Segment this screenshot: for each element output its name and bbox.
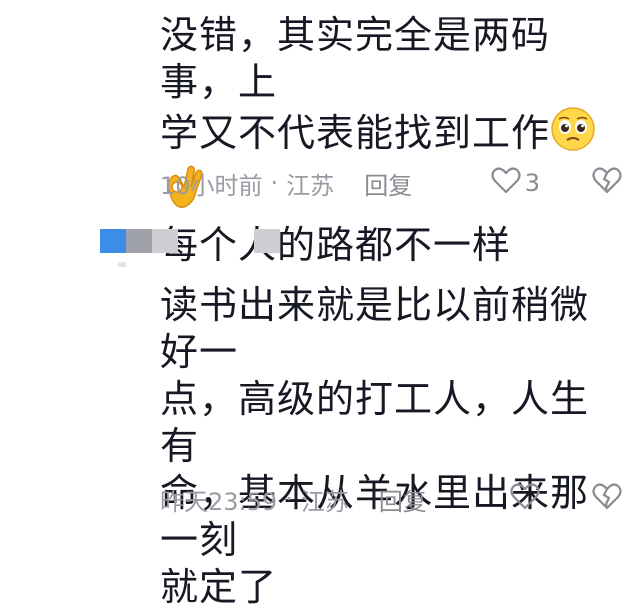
comment-2-dislike-button[interactable] [592, 482, 622, 516]
redaction-block [254, 229, 280, 253]
pleading-face-icon [550, 106, 596, 163]
comment-2-like-button[interactable] [510, 482, 540, 516]
comment-2-time: 昨天23:59 [160, 487, 278, 516]
redaction-block [100, 229, 126, 253]
comment-2-meta: 昨天23:59 · 江苏 回复 [160, 482, 622, 516]
redaction-block [126, 229, 152, 253]
comment-1-like-button[interactable]: 3 [491, 166, 540, 200]
comment-1-line-3: 每个人的路都不一样 [160, 223, 512, 267]
redaction-block [118, 262, 126, 267]
comment-2-line-2: 点，高级的打工人，人生有 [160, 377, 590, 468]
comment-2-text: 读书出来就是比以前稍微好一 点，高级的打工人，人生有 命，基本从羊水里出来那一刻… [160, 282, 620, 611]
comment-1-location: 江苏 [286, 171, 335, 200]
redaction-block [152, 229, 178, 253]
comment-1-line-1: 没错，其实完全是两码事，上 [160, 13, 551, 104]
separator-dot: · [285, 485, 293, 513]
comment-2-reply-button[interactable]: 回复 [379, 482, 427, 517]
comment-1-reply-button[interactable]: 回复 [364, 166, 412, 201]
separator-dot: · [270, 169, 279, 197]
comment-1-like-count: 3 [524, 169, 540, 197]
comment-1-line-2: 学又不代表能找到工作 [160, 111, 551, 155]
comment-1-meta: 10小时前 · 江苏 回复 3 [160, 166, 622, 200]
comment-2-line-1: 读书出来就是比以前稍微好一 [160, 283, 590, 374]
comment-1-dislike-button[interactable] [592, 166, 622, 200]
comment-2-location: 江苏 [300, 487, 349, 516]
heart-icon [491, 166, 521, 200]
comment-1-text: 没错，其实完全是两码事，上 学又不代表能找到工作 每个人的路都不一样 [160, 12, 620, 269]
broken-heart-icon [592, 166, 622, 200]
broken-heart-icon [592, 482, 622, 516]
comment-2-line-4: 就定了 [160, 565, 278, 609]
heart-icon [510, 482, 540, 516]
comment-1-time: 10小时前 [160, 171, 263, 200]
